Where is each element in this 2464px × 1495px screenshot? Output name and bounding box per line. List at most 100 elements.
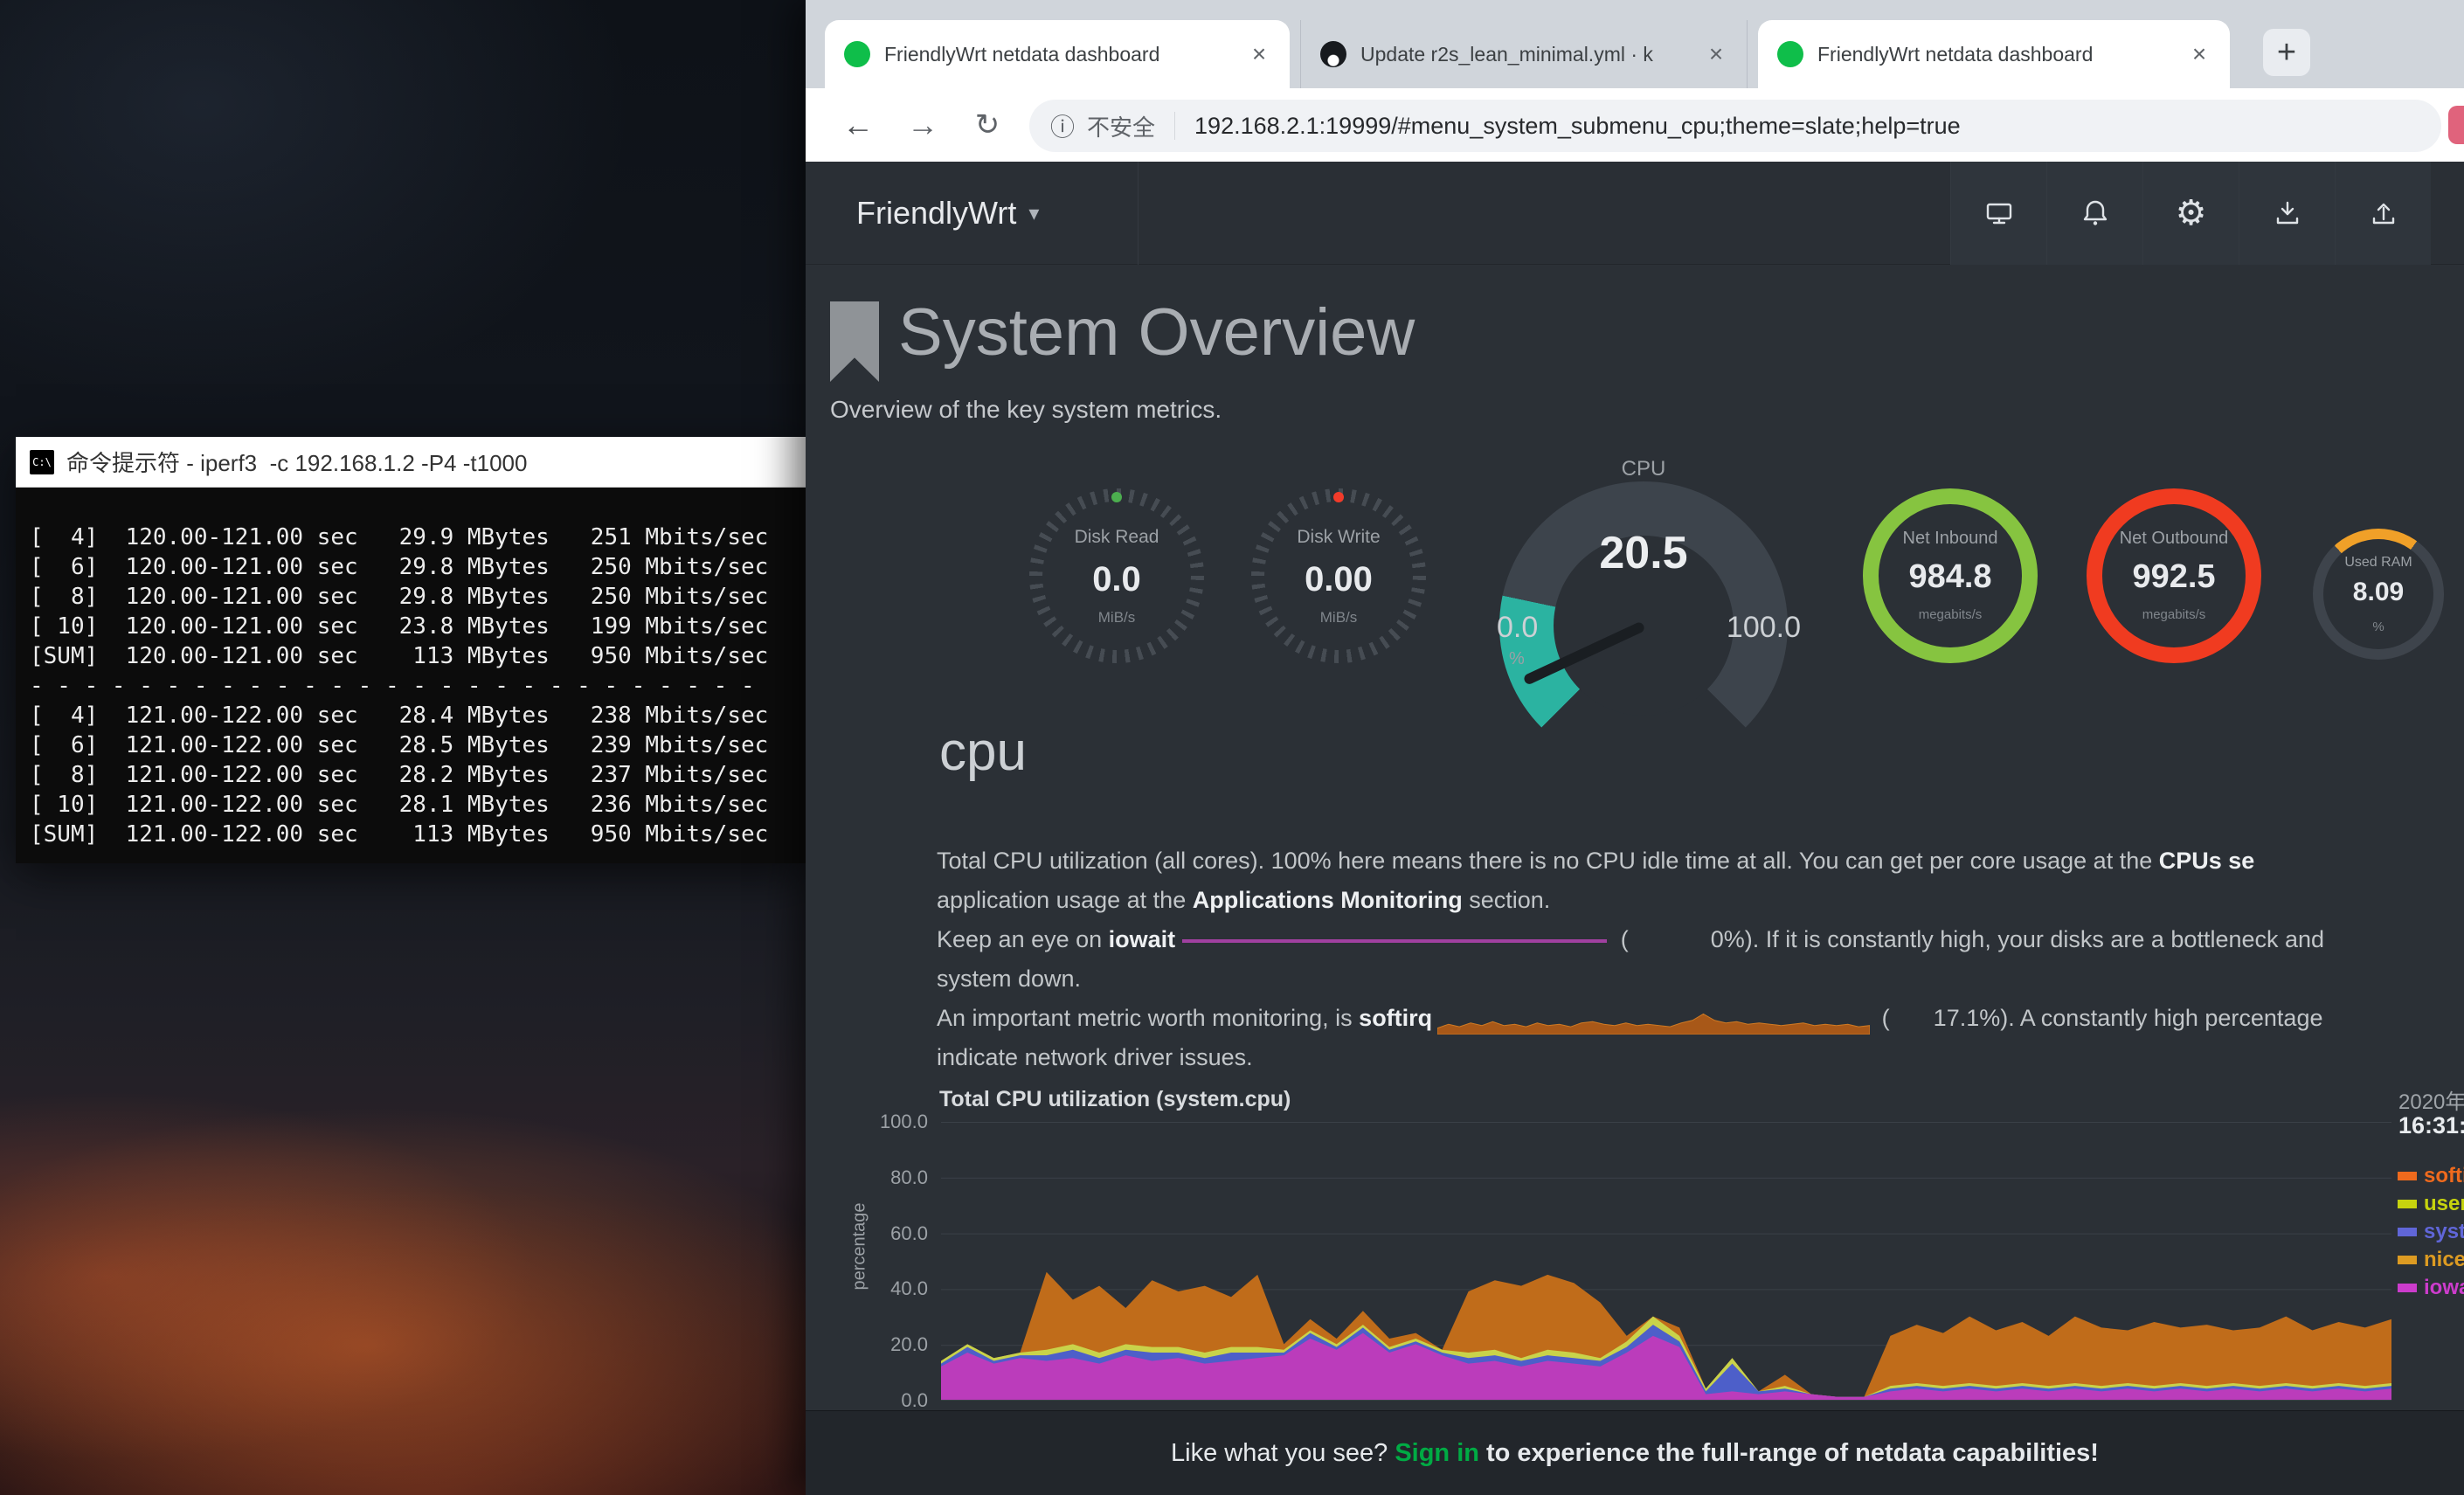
net-inbound-gauge[interactable]: Net Inbound 984.8 megabits/s (1863, 488, 2038, 663)
gauge-unit: MiB/s (1029, 609, 1204, 626)
cpu-description-line: An important metric worth monitoring, is… (937, 999, 2464, 1038)
cmd-icon: C:\ (30, 450, 54, 474)
tab-close-icon[interactable]: × (1244, 39, 1274, 69)
export-button[interactable] (2335, 162, 2431, 265)
chart-date: 2020年3 (2398, 1084, 2464, 1115)
tab-github-update[interactable]: Update r2s_lean_minimal.yml · k × (1300, 20, 1748, 88)
legend-label: system (2424, 1220, 2464, 1244)
github-favicon (1320, 41, 1346, 67)
brand-dropdown[interactable]: FriendlyWrt ▾ (856, 162, 1039, 265)
inline-link[interactable]: CPUs se (2159, 848, 2255, 874)
terminal-line: [ 4] 121.00-122.00 sec 28.4 MBytes 238 M… (30, 701, 806, 730)
gauge-label: Used RAM (2313, 555, 2444, 571)
terminal-line: [ 6] 121.00-122.00 sec 28.5 MBytes 239 M… (30, 730, 806, 760)
extension-icon[interactable] (2448, 106, 2464, 144)
inline-link[interactable]: Applications Monitoring (1193, 887, 1463, 913)
gauge-label: CPU (1486, 457, 1801, 481)
brand-name: FriendlyWrt (856, 195, 1016, 232)
terminal-line: [ 10] 120.00-121.00 sec 23.8 MBytes 199 … (30, 612, 806, 641)
disk-write-gauge[interactable]: Disk Write 0.00 MiB/s (1251, 488, 1426, 663)
text-segment: system down. (937, 966, 1081, 992)
y-axis-tick-label: 40.0 (890, 1277, 928, 1300)
gauge-needle (1523, 621, 1646, 686)
upload-icon (2368, 197, 2399, 229)
legend-item-softirq[interactable]: softirq (2398, 1164, 2464, 1188)
signin-suffix: to experience the full-range of netdata … (1486, 1439, 2099, 1468)
page-subtitle: Overview of the key system metrics. (830, 396, 1222, 424)
forward-button[interactable]: → (896, 99, 949, 151)
legend-label: iowait (2424, 1276, 2464, 1300)
legend-label: softirq (2424, 1164, 2464, 1188)
legend-label: user (2424, 1192, 2464, 1216)
address-bar[interactable]: ⓘ 不安全 192.168.2.1:19999/#menu_system_sub… (1029, 100, 2441, 152)
section-title-cpu: cpu (939, 721, 1027, 783)
netdata-favicon (844, 41, 870, 67)
display-icon (1983, 197, 2015, 229)
display-button[interactable] (1950, 162, 2046, 265)
gauge-value: 984.8 (1863, 558, 2038, 596)
text-segment: iowait (1109, 926, 1176, 952)
chart-title: Total CPU utilization (system.cpu) (939, 1087, 1291, 1112)
gauge-value: 20.5 (1486, 527, 1801, 579)
cpu-gauge[interactable]: CPU 20.5 0.0 100.0 % (1486, 457, 1801, 719)
cpu-description-line: application usage at the Applications Mo… (937, 881, 2464, 920)
legend-swatch (2398, 1228, 2417, 1236)
text-segment: Keep an eye on (937, 926, 1109, 952)
net-outbound-gauge[interactable]: Net Outbound 992.5 megabits/s (2087, 488, 2261, 663)
legend-swatch (2398, 1200, 2417, 1208)
gauge-unit: MiB/s (1251, 609, 1426, 626)
gauge-unit: % (1509, 649, 1525, 669)
terminal-line: [ 6] 120.00-121.00 sec 29.8 MBytes 250 M… (30, 552, 806, 582)
legend-item-system[interactable]: system (2398, 1220, 2464, 1244)
url-text: 192.168.2.1:19999/#menu_system_submenu_c… (1194, 113, 1961, 140)
text-segment: 0%). If it is constantly high, your disk… (1711, 926, 2324, 952)
info-icon[interactable]: ⓘ (1050, 108, 1075, 143)
gear-icon: ⚙ (2176, 193, 2207, 233)
legend-label: nice (2424, 1248, 2464, 1272)
signin-link[interactable]: Sign in (1395, 1439, 1479, 1468)
security-label: 不安全 (1087, 110, 1155, 142)
netdata-header: FriendlyWrt ▾ (806, 162, 2464, 265)
gauge-label: Disk Write (1251, 527, 1426, 548)
gauge-value: 0.00 (1251, 560, 1426, 599)
disk-read-gauge[interactable]: Disk Read 0.0 MiB/s (1029, 488, 1204, 663)
cpu-chart-canvas[interactable] (941, 1122, 2391, 1400)
new-tab-button[interactable]: + (2263, 29, 2310, 76)
tab-close-icon[interactable]: × (2184, 39, 2214, 69)
signin-bar: Like what you see? Sign in to experience… (806, 1410, 2464, 1495)
y-axis-tick-label: 60.0 (890, 1222, 928, 1245)
legend-item-user[interactable]: user (2398, 1192, 2464, 1216)
text-segment: ( (1614, 926, 1629, 952)
cpu-description: Total CPU utilization (all cores). 100% … (937, 841, 2464, 1077)
tab-title: FriendlyWrt netdata dashboard (1817, 43, 2176, 66)
settings-button[interactable]: ⚙ (2142, 162, 2239, 265)
terminal-title: 命令提示符 - iperf3 -c 192.168.1.2 -P4 -t1000 (66, 446, 527, 478)
tab-title: FriendlyWrt netdata dashboard (884, 43, 1235, 66)
tab-close-icon[interactable]: × (1701, 39, 1731, 69)
alerts-button[interactable] (2046, 162, 2142, 265)
back-button[interactable]: ← (832, 99, 884, 151)
text-segment: ( (1875, 1005, 1890, 1031)
y-axis-tick-label: 80.0 (890, 1166, 928, 1189)
address-divider (1174, 112, 1175, 140)
tab-friendlywrt-netdata-2[interactable]: FriendlyWrt netdata dashboard × (1758, 20, 2230, 88)
gauge-unit: megabits/s (1863, 607, 2038, 622)
text-segment: softirq (1359, 1005, 1432, 1031)
browser-window: FriendlyWrt netdata dashboard × Update r… (806, 0, 2464, 1495)
cpu-utilization-chart[interactable] (941, 1122, 2391, 1401)
page-title: System Overview (898, 294, 1415, 370)
import-button[interactable] (2239, 162, 2335, 265)
softirq-sparkline (1437, 1005, 1870, 1035)
text-segment: An important metric worth monitoring, is (937, 1005, 1359, 1031)
terminal-titlebar[interactable]: C:\ 命令提示符 - iperf3 -c 192.168.1.2 -P4 -t… (16, 437, 806, 488)
reload-button[interactable]: ↻ (961, 99, 1014, 151)
legend-item-iowait[interactable]: iowait (2398, 1276, 2464, 1300)
terminal-line: [ 10] 121.00-122.00 sec 28.1 MBytes 236 … (30, 790, 806, 820)
gauge-unit: % (2313, 619, 2444, 634)
cpu-description-line: Total CPU utilization (all cores). 100% … (937, 841, 2464, 881)
tab-friendlywrt-netdata-1[interactable]: FriendlyWrt netdata dashboard × (825, 20, 1290, 88)
used-ram-gauge[interactable]: Used RAM 8.09 % (2313, 529, 2444, 660)
legend-item-nice[interactable]: nice (2398, 1248, 2464, 1272)
y-axis-tick-label: 0.0 (901, 1389, 928, 1412)
gauge-dot (1111, 492, 1122, 502)
